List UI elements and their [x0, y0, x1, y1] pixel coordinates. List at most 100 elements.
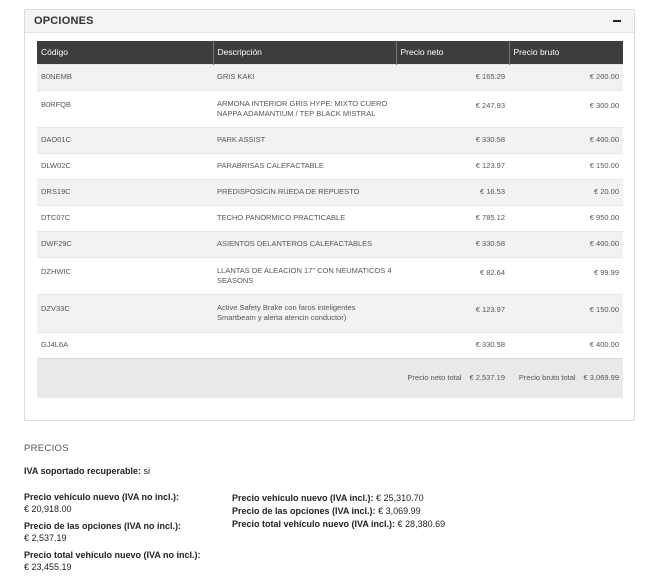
- gross-total: Precio bruto total € 3,069.99: [509, 357, 623, 398]
- price-label: Precio de las opciones (IVA no incl.):: [24, 521, 182, 531]
- net-price: € 247.93: [396, 89, 509, 127]
- table-header-row: Código Descripción Precio neto Precio br…: [37, 41, 623, 64]
- net-price: € 16.53: [396, 178, 509, 205]
- prices-without-vat: Precio vehículo nuevo (IVA no incl.): € …: [24, 492, 201, 579]
- option-code: DWF29C: [37, 230, 213, 257]
- description-line: PARABRISAS CALEFACTABLE: [217, 161, 324, 170]
- option-code: GJ4L6A: [37, 331, 213, 358]
- option-code: DLW02C: [37, 152, 213, 179]
- option-description: PARK ASSIST: [213, 126, 396, 153]
- net-price: € 330.58: [396, 126, 509, 153]
- net-price: € 82.64: [396, 256, 509, 294]
- totals-spacer: [37, 357, 396, 398]
- gross-price: € 400.00: [509, 230, 623, 257]
- table-row: DAO01C PARK ASSIST € 330.58 € 400.00: [37, 126, 623, 153]
- collapse-button[interactable]: [609, 13, 625, 29]
- total-label: Precio bruto total: [518, 373, 576, 383]
- gross-price: € 400.00: [509, 126, 623, 153]
- net-price: € 123.97: [396, 293, 509, 332]
- totals-row: Precio neto total € 2,537.19 Precio bruto …: [37, 357, 623, 398]
- price-row: Precio vehículo nuevo (IVA incl.): € 25,…: [232, 492, 445, 505]
- description-line: LLANTAS DE ALEACION 17" CON NEUMATICOS 4: [217, 265, 392, 275]
- options-panel-header: OPCIONES: [25, 10, 634, 33]
- net-total: Precio neto total € 2,537.19: [396, 357, 509, 398]
- option-code: B0NEMB: [37, 63, 213, 90]
- minus-icon: [613, 20, 621, 22]
- table-row: DZHWIC LLANTAS DE ALEACION 17" CON NEUMAT…: [37, 256, 623, 294]
- description-line: Active Safety Brake con faros inteligent…: [217, 302, 356, 312]
- description-line: NAPPA ADAMANTIUM / TEP BLACK MISTRAL: [217, 108, 376, 118]
- net-price: € 785.12: [396, 204, 509, 231]
- price-value: € 23,455.19: [24, 561, 72, 572]
- table-row: DTC07C TECHO PANORMICO PRACTICABLE € 785.1…: [37, 204, 623, 231]
- option-description: ARMONA INTERIOR GRIS HYPE: MIXTO CUERO NA…: [213, 89, 396, 127]
- column-header-description[interactable]: Descripción: [212, 41, 396, 64]
- gross-price: € 950.00: [509, 204, 623, 231]
- net-price: € 165.29: [396, 63, 509, 90]
- option-description: Active Safety Brake con faros inteligent…: [213, 293, 396, 332]
- options-table: Código Descripción Precio neto Precio br…: [37, 41, 623, 398]
- price-value: € 25,310.70: [376, 493, 424, 503]
- description-line: PREDISPOSICIN RUEDA DE REPUESTO: [217, 187, 360, 196]
- table-row: B0RFQB ARMONA INTERIOR GRIS HYPE: MIXTO C…: [37, 89, 623, 127]
- table-row: DRS19C PREDISPOSICIN RUEDA DE REPUESTO € 1…: [37, 178, 623, 205]
- net-price: € 330.58: [396, 331, 509, 358]
- option-code: DZV33C: [37, 293, 213, 332]
- gross-price: € 400.00: [509, 331, 623, 358]
- price-value: € 2,537.19: [24, 532, 67, 543]
- option-description: ASIENTOS DELANTEROS CALEFACTABLES: [213, 230, 396, 257]
- option-description: [213, 331, 396, 358]
- table-row: B0NEMB GRIS KAKI € 165.29 € 200.00: [37, 63, 623, 90]
- description-line: ASIENTOS DELANTEROS CALEFACTABLES: [217, 239, 373, 248]
- description-line: ARMONA INTERIOR GRIS HYPE: MIXTO CUERO: [217, 98, 388, 108]
- total-label: Precio neto total: [407, 373, 462, 383]
- option-code: DAO01C: [37, 126, 213, 153]
- gross-price: € 300.00: [509, 89, 623, 127]
- prices-with-vat: Precio vehículo nuevo (IVA incl.): € 25,…: [232, 492, 445, 531]
- panel-title: OPCIONES: [34, 15, 94, 27]
- description-line: PARK ASSIST: [217, 135, 266, 144]
- column-header-net-price[interactable]: Precio neto: [395, 41, 509, 64]
- price-label: Precio total vehículo nuevo (IVA no incl…: [24, 550, 201, 560]
- options-table-body: B0NEMB GRIS KAKI € 165.29 € 200.00 B0RFQB ARM…: [37, 63, 623, 398]
- option-code: DTC07C: [37, 204, 213, 231]
- gross-price: € 20.00: [509, 178, 623, 205]
- price-row: Precio total vehículo nuevo (IVA incl.):…: [232, 518, 445, 531]
- options-panel: OPCIONES Código Descripción Precio neto …: [24, 9, 635, 421]
- total-value: € 3,069.99: [583, 373, 619, 383]
- total-value: € 2,537.19: [469, 373, 505, 383]
- prices-section-title: PRECIOS: [24, 443, 69, 454]
- option-description: GRIS KAKI: [213, 63, 396, 90]
- price-value: € 20,918.00: [24, 503, 72, 514]
- option-description: PARABRISAS CALEFACTABLE: [213, 152, 396, 179]
- iva-label: IVA soportado recuperable:: [24, 466, 142, 476]
- price-label: Precio total vehículo nuevo (IVA incl.):: [232, 519, 396, 529]
- table-row: DWF29C ASIENTOS DELANTEROS CALEFACTABLES €…: [37, 230, 623, 257]
- column-header-code[interactable]: Código: [37, 41, 213, 64]
- price-label: Precio vehículo nuevo (IVA incl.):: [232, 493, 374, 503]
- table-row: DZV33C Active Safety Brake con faros inte…: [37, 293, 623, 332]
- option-code: B0RFQB: [37, 89, 213, 127]
- table-row: DLW02C PARABRISAS CALEFACTABLE € 123.97 € 1…: [37, 152, 623, 179]
- gross-price: € 150.00: [509, 293, 623, 332]
- column-header-gross-price[interactable]: Precio bruto: [508, 41, 623, 64]
- iva-value: si: [143, 466, 151, 476]
- net-price: € 330.58: [396, 230, 509, 257]
- option-code: DRS19C: [37, 178, 213, 205]
- price-row: Precio de las opciones (IVA incl.): € 3,…: [232, 505, 445, 518]
- table-row: GJ4L6A € 330.58 € 400.00: [37, 331, 623, 358]
- option-description: TECHO PANORMICO PRACTICABLE: [213, 204, 396, 231]
- price-value: € 3,069.99: [378, 506, 421, 516]
- description-line: Smartbeam y alerta atencin conductor): [217, 312, 347, 322]
- description-line: TECHO PANORMICO PRACTICABLE: [217, 213, 346, 222]
- description-line: SEASONS: [217, 275, 254, 285]
- iva-recoverable: IVA soportado recuperable: si: [24, 466, 150, 476]
- option-description: PREDISPOSICIN RUEDA DE REPUESTO: [213, 178, 396, 205]
- option-description: LLANTAS DE ALEACION 17" CON NEUMATICOS 4…: [213, 256, 396, 294]
- description-line: GRIS KAKI: [217, 72, 255, 81]
- gross-price: € 150.00: [509, 152, 623, 179]
- price-value: € 28,380.69: [397, 519, 446, 529]
- gross-price: € 200.00: [509, 63, 623, 90]
- price-label: Precio vehículo nuevo (IVA no incl.):: [24, 492, 180, 502]
- net-price: € 123.97: [396, 152, 509, 179]
